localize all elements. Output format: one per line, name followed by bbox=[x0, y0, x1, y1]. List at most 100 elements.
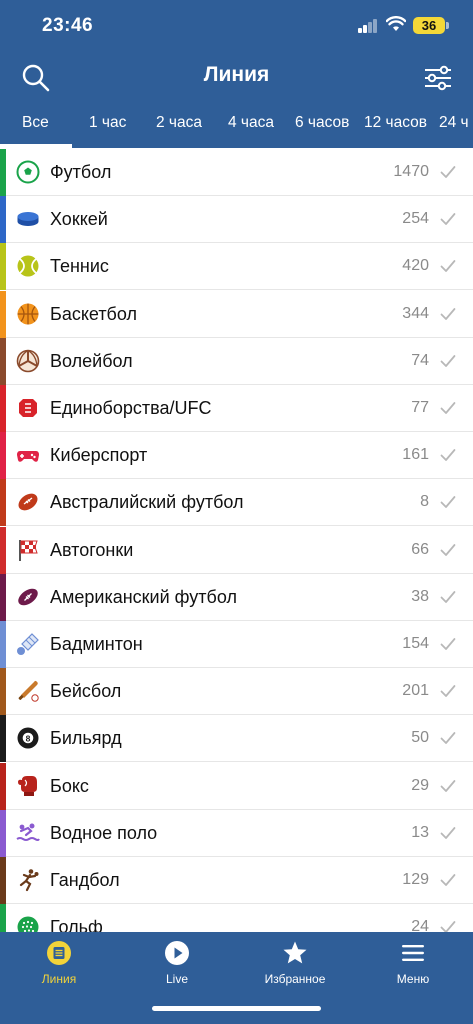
sport-color-strip bbox=[0, 526, 6, 574]
hockey-puck-icon bbox=[17, 212, 39, 227]
sport-row[interactable]: Гольф 24 bbox=[0, 904, 473, 932]
checkmark-icon[interactable] bbox=[440, 873, 456, 887]
home-indicator bbox=[152, 1006, 321, 1011]
menu-icon bbox=[402, 945, 424, 961]
sport-color-strip bbox=[0, 904, 6, 932]
filter-settings-icon[interactable] bbox=[422, 62, 454, 94]
checkmark-icon[interactable] bbox=[440, 731, 456, 745]
tab-6-hours[interactable]: 6 часов bbox=[295, 114, 349, 132]
checkmark-icon[interactable] bbox=[440, 779, 456, 793]
status-bar: 23:46 36 bbox=[0, 0, 473, 50]
sport-color-strip bbox=[0, 668, 6, 716]
checkmark-icon[interactable] bbox=[440, 354, 456, 368]
sport-event-count: 201 bbox=[402, 682, 429, 700]
sport-color-strip bbox=[0, 290, 6, 338]
sport-event-count: 1470 bbox=[393, 163, 429, 180]
star-icon bbox=[283, 941, 307, 964]
sport-row[interactable]: Киберспорт 161 bbox=[0, 432, 473, 480]
tab-1-hour[interactable]: 1 час bbox=[89, 114, 126, 132]
sport-row[interactable]: Баскетбол 344 bbox=[0, 290, 473, 338]
checkmark-icon[interactable] bbox=[440, 920, 456, 932]
checkmark-icon[interactable] bbox=[440, 495, 456, 509]
checkmark-icon[interactable] bbox=[440, 307, 456, 321]
sport-name: Бокс bbox=[50, 775, 89, 796]
sport-event-count: 154 bbox=[402, 635, 429, 652]
checkmark-icon[interactable] bbox=[440, 165, 456, 179]
sport-color-strip bbox=[0, 479, 6, 527]
sport-name: Американский футбол bbox=[50, 586, 237, 607]
volleyball-icon bbox=[16, 349, 40, 373]
line-coupon-icon bbox=[47, 941, 71, 965]
baseball-bat-icon bbox=[18, 681, 39, 702]
sport-row[interactable]: Водное поло 13 bbox=[0, 809, 473, 857]
shuttlecock-icon bbox=[17, 633, 39, 655]
sport-color-strip bbox=[0, 621, 6, 668]
sport-row[interactable]: Австралийский футбол 8 bbox=[0, 479, 473, 527]
sport-color-strip bbox=[0, 715, 6, 763]
tennis-ball-icon bbox=[17, 255, 39, 277]
play-icon bbox=[165, 941, 189, 965]
tab-2-hours[interactable]: 2 часа bbox=[156, 114, 202, 132]
sport-row[interactable]: Гандбол 129 bbox=[0, 857, 473, 904]
checkmark-icon[interactable] bbox=[440, 448, 456, 462]
checkmark-icon[interactable] bbox=[440, 684, 456, 698]
nav-tab-menu[interactable]: Меню bbox=[354, 940, 472, 1000]
tab-24-hours[interactable]: 24 ч bbox=[439, 114, 469, 132]
time-filter-tabs: Все 1 час 2 часа 4 часа 6 часов 12 часов… bbox=[0, 108, 473, 148]
sport-row[interactable]: Хоккей 254 bbox=[0, 196, 473, 244]
sport-name: Гандбол bbox=[50, 870, 120, 890]
golf-ball-icon bbox=[17, 916, 39, 932]
sport-event-count: 66 bbox=[411, 540, 429, 558]
nav-tab-live[interactable]: Live bbox=[118, 940, 236, 1000]
sport-row[interactable]: Бейсбол 201 bbox=[0, 668, 473, 716]
sport-row[interactable]: Футбол 1470 bbox=[0, 149, 473, 196]
svg-text:8: 8 bbox=[26, 734, 31, 744]
sport-name: Бейсбол bbox=[50, 681, 122, 702]
sport-event-count: 13 bbox=[411, 823, 429, 841]
checkmark-icon[interactable] bbox=[440, 401, 456, 415]
sport-row[interactable]: 8 Бильярд 50 bbox=[0, 715, 473, 763]
nav-label-menu: Меню bbox=[396, 972, 430, 986]
sport-color-strip bbox=[0, 432, 6, 480]
sport-row[interactable]: Автогонки 66 bbox=[0, 526, 473, 574]
nav-tab-line[interactable]: Линия bbox=[0, 940, 118, 1000]
sport-name: Австралийский футбол bbox=[50, 492, 244, 513]
sport-event-count: 8 bbox=[420, 493, 429, 511]
sport-event-count: 254 bbox=[402, 210, 429, 228]
sport-row[interactable]: Бокс 29 bbox=[0, 762, 473, 810]
sport-row[interactable]: Бадминтон 154 bbox=[0, 621, 473, 668]
basketball-icon bbox=[17, 303, 39, 325]
sport-row[interactable]: Теннис 420 bbox=[0, 243, 473, 291]
sport-row[interactable]: Волейбол 74 bbox=[0, 337, 473, 385]
checkmark-icon[interactable] bbox=[440, 543, 456, 557]
american-football-icon bbox=[18, 588, 38, 606]
billiard-ball-icon: 8 bbox=[17, 727, 39, 749]
ufc-octagon-icon bbox=[19, 399, 37, 417]
australian-football-icon bbox=[18, 494, 38, 511]
nav-label-live: Live bbox=[165, 972, 188, 986]
sport-name: Гольф bbox=[50, 917, 103, 932]
sport-row[interactable]: Единоборства/UFC 77 bbox=[0, 385, 473, 432]
tab-4-hours[interactable]: 4 часа bbox=[228, 114, 274, 132]
sport-color-strip bbox=[0, 149, 6, 196]
wifi-icon bbox=[386, 16, 406, 31]
checkmark-icon[interactable] bbox=[440, 637, 456, 651]
battery-indicator: 36 bbox=[413, 17, 445, 34]
tab-all[interactable]: Все bbox=[22, 114, 49, 132]
sport-event-count: 344 bbox=[402, 304, 429, 322]
nav-bar: Линия bbox=[0, 50, 473, 102]
tab-12-hours[interactable]: 12 часов bbox=[364, 114, 427, 132]
sport-name: Баскетбол bbox=[50, 303, 137, 324]
checkmark-icon[interactable] bbox=[440, 212, 456, 226]
checkmark-icon[interactable] bbox=[440, 826, 456, 840]
checkmark-icon[interactable] bbox=[440, 259, 456, 273]
nav-tab-favorites[interactable]: Избранное bbox=[236, 940, 354, 1000]
sport-color-strip bbox=[0, 762, 6, 810]
checkered-flag-icon bbox=[19, 539, 38, 561]
checkmark-icon[interactable] bbox=[440, 590, 456, 604]
battery-cap bbox=[446, 22, 449, 29]
sport-color-strip bbox=[0, 243, 6, 291]
sport-name: Автогонки bbox=[50, 539, 134, 560]
sport-row[interactable]: Американский футбол 38 bbox=[0, 573, 473, 621]
nav-label-favorites: Избранное bbox=[264, 972, 326, 986]
